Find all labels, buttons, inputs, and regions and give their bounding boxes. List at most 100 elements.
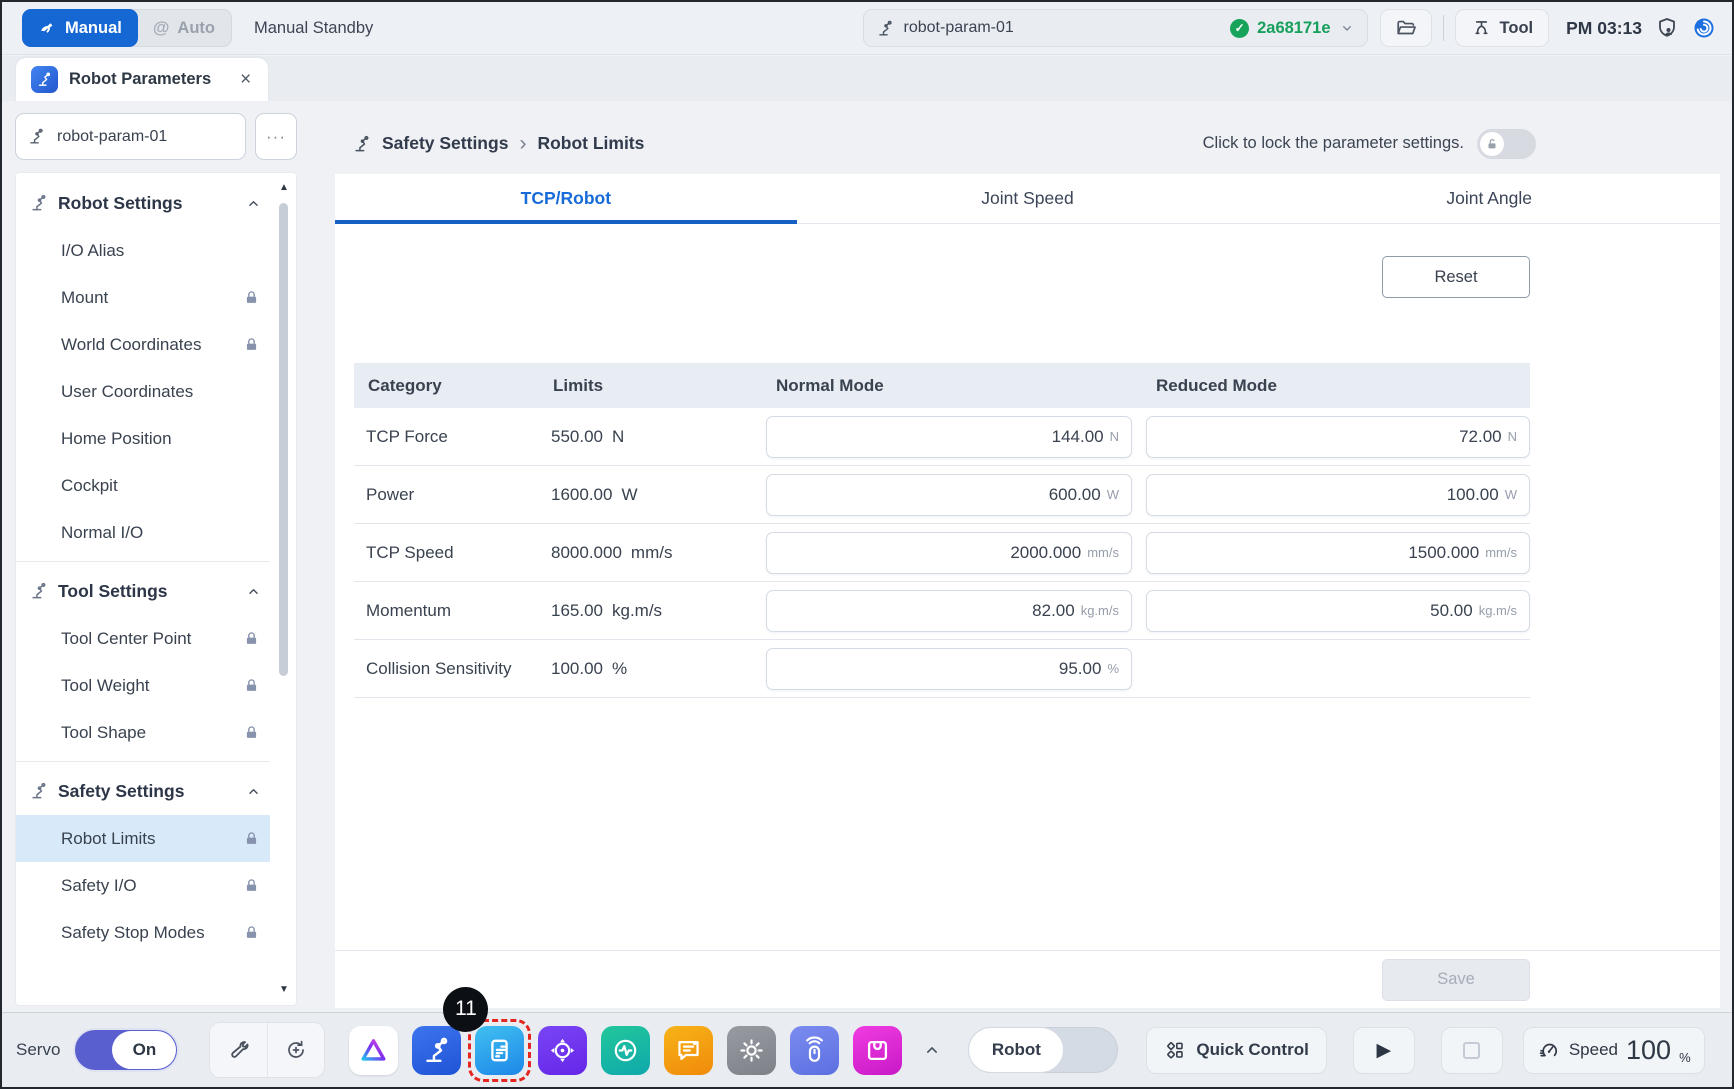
reduced-mode-input-tcp-force[interactable]: 72.00N: [1146, 416, 1530, 458]
play-button[interactable]: ▶: [1353, 1027, 1415, 1074]
sidebar: ··· Robot SettingsI/O AliasMountWorld Co…: [15, 113, 297, 1006]
servo-label: Servo: [16, 1040, 60, 1060]
sidebar-section-tool-settings[interactable]: Tool Settings: [16, 567, 270, 615]
row-limit: 550.00N: [551, 427, 766, 447]
normal-mode-input-tcp-speed[interactable]: 2000.000mm/s: [766, 532, 1132, 574]
sidebar-item-cockpit[interactable]: Cockpit: [16, 462, 270, 509]
sidebar-item-tool-weight[interactable]: Tool Weight: [16, 662, 270, 709]
manual-mode-label: Manual: [65, 19, 122, 38]
wrench-icon[interactable]: [210, 1023, 267, 1077]
remote-control-app-icon[interactable]: [790, 1026, 839, 1075]
sidebar-item-world-coordinates[interactable]: World Coordinates: [16, 321, 270, 368]
sidebar-item-tool-center-point[interactable]: Tool Center Point: [16, 615, 270, 662]
close-tab-icon[interactable]: ×: [238, 70, 253, 89]
normal-mode-input-power[interactable]: 600.00W: [766, 474, 1132, 516]
sidebar-item-safety-stop-modes[interactable]: Safety Stop Modes: [16, 909, 270, 956]
divider: [16, 761, 270, 762]
sidebar-item-mount[interactable]: Mount: [16, 274, 270, 321]
reduced-mode-input-power[interactable]: 100.00W: [1146, 474, 1530, 516]
robot-icon: [27, 127, 46, 146]
reduced-mode-input-tcp-speed[interactable]: 1500.000mm/s: [1146, 532, 1530, 574]
active-parameter-selector[interactable]: robot-param-01 ✓ 2a68171e: [863, 9, 1368, 47]
table-row-collision-sensitivity: Collision Sensitivity100.00%95.00%: [354, 640, 1530, 698]
log-app-icon[interactable]: [664, 1026, 713, 1075]
parameter-name-input[interactable]: [55, 127, 234, 147]
row-limit: 8000.000mm/s: [551, 543, 766, 563]
row-category: Collision Sensitivity: [366, 659, 551, 679]
speed-control[interactable]: Speed 100 %: [1523, 1027, 1705, 1074]
tab-robot-parameters[interactable]: Robot Parameters ×: [16, 58, 268, 101]
save-row: Save: [335, 950, 1720, 1008]
sidebar-item-normal-i-o[interactable]: Normal I/O: [16, 509, 270, 556]
chevron-up-icon: [245, 583, 262, 600]
robot-simulation-toggle[interactable]: Robot: [968, 1027, 1118, 1073]
task-editor-app-icon[interactable]: [475, 1026, 524, 1075]
sidebar-item-i-o-alias[interactable]: I/O Alias: [16, 227, 270, 274]
lock-icon: [243, 877, 260, 894]
robot-limits-panel: TCP/RobotJoint SpeedJoint Angle Reset Ca…: [335, 174, 1720, 1008]
mode-toggle: Manual @ Auto: [22, 9, 232, 47]
sidebar-item-home-position[interactable]: Home Position: [16, 415, 270, 462]
robot-icon: [29, 193, 49, 213]
tcp-retarget-icon[interactable]: [267, 1023, 324, 1077]
tab-joint-angle[interactable]: Joint Angle: [1258, 174, 1720, 223]
user-shield-icon[interactable]: [1655, 16, 1679, 40]
parameter-name-field[interactable]: [15, 113, 246, 160]
tab-tcp-robot[interactable]: TCP/Robot: [335, 174, 797, 223]
parameter-lock-toggle[interactable]: [1477, 129, 1536, 159]
quick-control-button[interactable]: Quick Control: [1146, 1027, 1326, 1074]
row-category: Power: [366, 485, 551, 505]
table-row-power: Power1600.00W600.00W 100.00W: [354, 466, 1530, 524]
robot-parameters-tab-icon: [31, 66, 58, 93]
breadcrumb-parent[interactable]: Safety Settings: [382, 133, 508, 154]
manual-mode-button[interactable]: Manual: [22, 9, 138, 47]
reset-button[interactable]: Reset: [1382, 256, 1530, 298]
limits-table: Category Limits Normal Mode Reduced Mode…: [354, 363, 1530, 698]
speedometer-icon: [1537, 1038, 1561, 1062]
reduced-mode-input-momentum[interactable]: 50.00kg.m/s: [1146, 590, 1530, 632]
save-button[interactable]: Save: [1382, 959, 1530, 1001]
normal-mode-input-tcp-force[interactable]: 144.00N: [766, 416, 1132, 458]
row-category: TCP Force: [366, 427, 551, 447]
sidebar-item-user-coordinates[interactable]: User Coordinates: [16, 368, 270, 415]
sidebar-scrollbar: ▲ ▼: [277, 181, 291, 997]
scroll-down-icon[interactable]: ▼: [277, 983, 291, 997]
quick-control-label: Quick Control: [1196, 1040, 1308, 1060]
table-header-row: Category Limits Normal Mode Reduced Mode: [354, 363, 1530, 408]
dock-expand-chevron-icon[interactable]: [916, 1039, 948, 1061]
settings-app-icon[interactable]: [727, 1026, 776, 1075]
normal-mode-input-momentum[interactable]: 82.00kg.m/s: [766, 590, 1132, 632]
store-app-icon[interactable]: [853, 1026, 902, 1075]
auto-mode-button[interactable]: @ Auto: [137, 9, 231, 47]
home-app-icon[interactable]: [349, 1026, 398, 1075]
robot-parameters-app-icon[interactable]: [412, 1026, 461, 1075]
sidebar-item-tool-shape[interactable]: Tool Shape: [16, 709, 270, 756]
sidebar-section-robot-settings[interactable]: Robot Settings: [16, 179, 270, 227]
stop-button[interactable]: [1441, 1027, 1503, 1074]
document-tab-strip: Robot Parameters ×: [2, 56, 1732, 101]
monitoring-app-icon[interactable]: [601, 1026, 650, 1075]
lock-icon: [243, 630, 260, 647]
manual-mode-icon: [38, 19, 57, 38]
row-limit: 1600.00W: [551, 485, 766, 505]
column-header-limits: Limits: [551, 376, 766, 396]
tab-joint-speed[interactable]: Joint Speed: [797, 174, 1259, 223]
robot-state-text: Manual Standby: [254, 19, 373, 38]
more-options-button[interactable]: ···: [255, 113, 297, 160]
row-limit: 100.00%: [551, 659, 766, 679]
jog-app-icon[interactable]: [538, 1026, 587, 1075]
scroll-up-icon[interactable]: ▲: [277, 181, 291, 195]
tool-button[interactable]: Tool: [1455, 9, 1550, 47]
sidebar-item-safety-i-o[interactable]: Safety I/O: [16, 862, 270, 909]
sidebar-item-robot-limits[interactable]: Robot Limits: [16, 815, 270, 862]
annotation-step-badge: 11: [443, 987, 488, 1032]
scrollbar-thumb[interactable]: [279, 203, 288, 676]
auto-mode-icon: @: [153, 18, 170, 38]
normal-mode-input-collision-sensitivity[interactable]: 95.00%: [766, 648, 1132, 690]
open-file-button[interactable]: [1380, 9, 1432, 47]
column-header-category: Category: [366, 376, 551, 396]
recovery-swirl-icon[interactable]: [1692, 16, 1716, 40]
servo-toggle[interactable]: On: [73, 1028, 179, 1072]
speed-label: Speed: [1569, 1040, 1618, 1060]
sidebar-section-safety-settings[interactable]: Safety Settings: [16, 767, 270, 815]
